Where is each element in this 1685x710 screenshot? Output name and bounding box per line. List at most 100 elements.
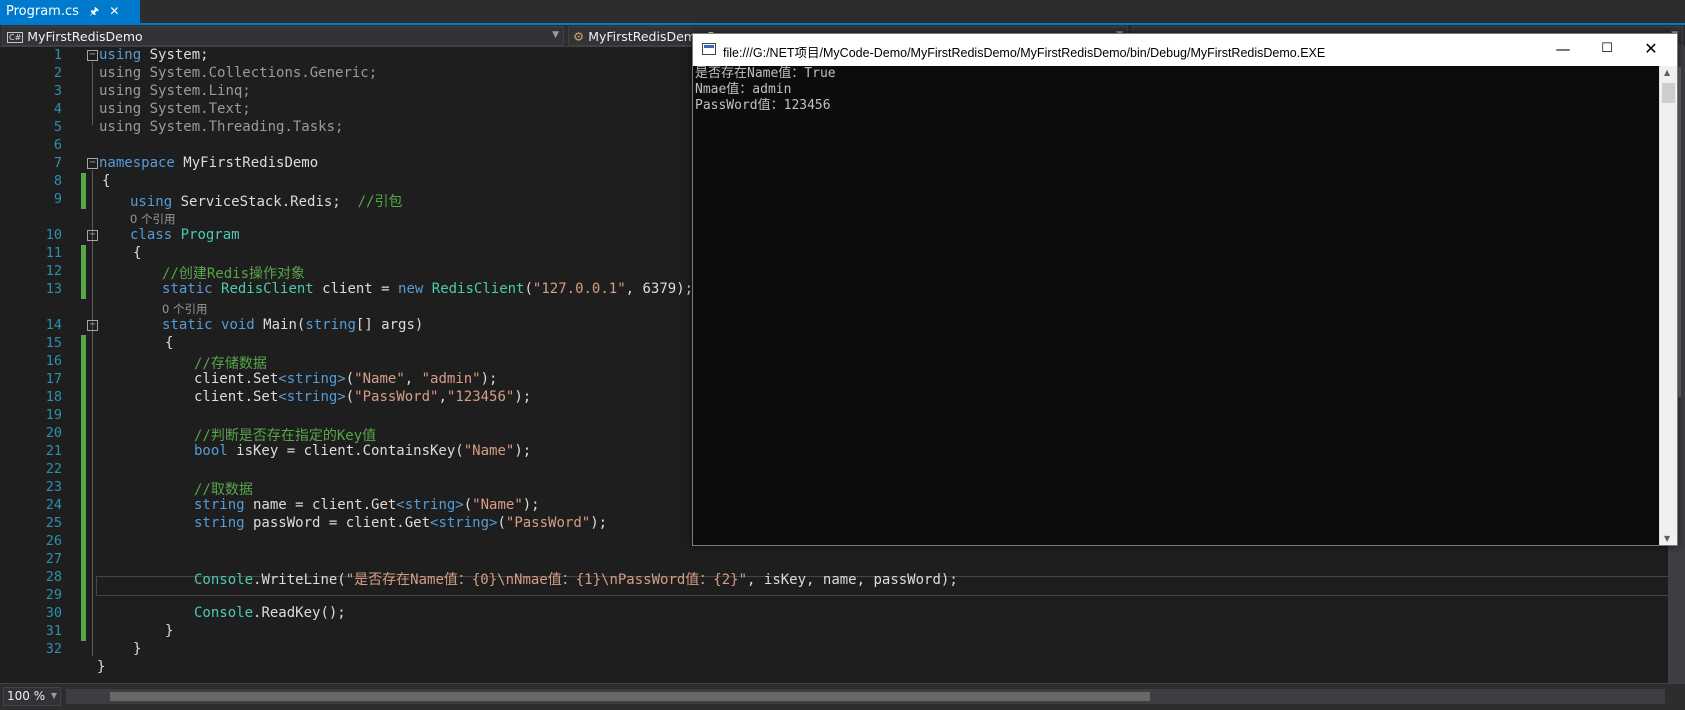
line-number: 16 bbox=[45, 353, 62, 369]
line-number: 10 bbox=[45, 227, 62, 243]
punctuation: ( bbox=[345, 389, 355, 405]
code-line-2: using System.Collections.Generic; bbox=[99, 65, 377, 81]
fold-guide bbox=[92, 62, 93, 125]
punctuation: } bbox=[133, 641, 142, 657]
type-name: Console bbox=[194, 605, 254, 621]
string-literal: "127.0.0.1" bbox=[532, 281, 626, 297]
line-number: 5 bbox=[53, 119, 62, 135]
scroll-down-icon[interactable]: ▼ bbox=[1664, 534, 1670, 543]
comment: //判断是否存在指定的Key值 bbox=[194, 428, 377, 444]
string-literal: "PassWord" bbox=[354, 389, 439, 405]
identifier: ServiceStack.Redis; bbox=[180, 194, 341, 210]
change-indicator bbox=[81, 173, 86, 209]
punctuation: , bbox=[404, 371, 422, 387]
document-tab-strip: Program.cs 🖈 ✕ bbox=[0, 0, 1685, 25]
line-number: 2 bbox=[53, 65, 62, 81]
reference-hint[interactable]: 0 个引用 bbox=[130, 211, 175, 227]
console-title-bar[interactable]: file:///G:/NET项目/MyCode-Demo/MyFirstRedi… bbox=[693, 34, 1677, 66]
punctuation: } bbox=[165, 623, 174, 639]
chevron-down-icon: ▼ bbox=[552, 30, 559, 40]
keyword: using bbox=[99, 65, 142, 81]
keyword: using bbox=[99, 119, 142, 135]
keyword: string bbox=[194, 515, 245, 531]
keyword: using bbox=[99, 83, 142, 99]
code-line-7: namespace MyFirstRedisDemo bbox=[99, 155, 318, 171]
keyword: string bbox=[305, 317, 356, 333]
line-number: 26 bbox=[45, 533, 62, 549]
type-name: Program bbox=[180, 227, 240, 243]
keyword: using bbox=[99, 47, 142, 63]
code-line-17: client.Set<string>("Name", "admin"); bbox=[194, 371, 497, 387]
collapse-icon[interactable]: − bbox=[87, 50, 98, 61]
comment: //存储数据 bbox=[194, 356, 267, 372]
line-number: 4 bbox=[53, 101, 62, 117]
line-number: 7 bbox=[53, 155, 62, 171]
line-number: 6 bbox=[53, 137, 62, 153]
line-number: 22 bbox=[45, 461, 62, 477]
line-number: 21 bbox=[45, 443, 62, 459]
keyword: static bbox=[162, 317, 213, 333]
code-line-29: Console.ReadKey(); bbox=[194, 605, 346, 621]
line-number: 32 bbox=[45, 641, 62, 657]
keyword: static bbox=[162, 281, 213, 297]
string-literal: "Name" bbox=[354, 371, 405, 387]
identifier: client.Set bbox=[194, 371, 279, 387]
scroll-thumb[interactable] bbox=[110, 692, 1150, 701]
keyword: using bbox=[130, 194, 173, 210]
string-literal: "PassWord" bbox=[505, 515, 591, 531]
line-number: 24 bbox=[45, 497, 62, 513]
scroll-up-icon[interactable]: ▲ bbox=[1664, 68, 1670, 77]
pin-icon[interactable]: 🖈 bbox=[89, 5, 99, 18]
collapse-icon[interactable]: − bbox=[87, 320, 98, 331]
change-indicator bbox=[81, 335, 86, 641]
code-line-13: static RedisClient client = new RedisCli… bbox=[162, 281, 693, 297]
generic-type: <string> bbox=[278, 389, 346, 405]
console-output[interactable]: 是否存在Name值：True Nmae值：admin PassWord值：123… bbox=[693, 66, 1659, 545]
line-number: 8 bbox=[53, 173, 62, 189]
identifier: passWord = client.Get bbox=[244, 515, 431, 531]
punctuation: , bbox=[438, 389, 447, 405]
scroll-thumb[interactable] bbox=[1662, 83, 1675, 103]
console-vertical-scrollbar[interactable]: ▲ ▼ bbox=[1659, 66, 1677, 545]
tab-program-cs[interactable]: Program.cs 🖈 ✕ bbox=[0, 0, 140, 23]
identifier: [] args) bbox=[355, 317, 424, 333]
console-title: file:///G:/NET项目/MyCode-Demo/MyFirstRedi… bbox=[723, 46, 1326, 60]
minimize-button[interactable]: — bbox=[1541, 34, 1585, 66]
project-dropdown[interactable]: C# MyFirstRedisDemo ▼ bbox=[2, 26, 564, 46]
collapse-icon[interactable]: − bbox=[87, 230, 98, 241]
line-number: 30 bbox=[45, 605, 62, 621]
punctuation: ); bbox=[514, 389, 532, 405]
line-number: 14 bbox=[45, 317, 62, 333]
maximize-button[interactable]: ☐ bbox=[1585, 34, 1629, 66]
zoom-dropdown[interactable]: 100 % ▼ bbox=[3, 687, 61, 706]
editor-horizontal-scrollbar[interactable] bbox=[66, 689, 1665, 704]
keyword: class bbox=[130, 227, 173, 243]
code-line-27: Console.WriteLine("是否存在Name值：{0}\nNmae值：… bbox=[194, 569, 958, 589]
identifier: Main( bbox=[254, 317, 306, 333]
type-name: RedisClient bbox=[221, 281, 314, 297]
zoom-level: 100 % bbox=[7, 689, 46, 703]
identifier: name = client.Get bbox=[244, 497, 397, 513]
line-number: 9 bbox=[53, 191, 62, 207]
punctuation: ); bbox=[590, 515, 608, 531]
identifier: , isKey, name, passWord); bbox=[747, 572, 958, 588]
reference-hint[interactable]: 0 个引用 bbox=[162, 301, 207, 317]
identifier: System.Linq; bbox=[149, 83, 251, 99]
code-line-5: using System.Threading.Tasks; bbox=[99, 119, 343, 135]
code-line-1: using System; bbox=[99, 47, 209, 63]
line-number: 23 bbox=[45, 479, 62, 495]
fold-guide bbox=[92, 170, 93, 656]
collapse-icon[interactable]: − bbox=[87, 158, 98, 169]
string-literal: "123456" bbox=[446, 389, 515, 405]
console-app-icon[interactable] bbox=[702, 43, 716, 55]
close-icon[interactable]: ✕ bbox=[109, 4, 119, 18]
console-window[interactable]: file:///G:/NET项目/MyCode-Demo/MyFirstRedi… bbox=[692, 33, 1678, 546]
line-number: 3 bbox=[53, 83, 62, 99]
string-literal: "是否存在Name值：{0}\nNmae值：{1}\nPassWord值：{2}… bbox=[345, 572, 748, 588]
close-button[interactable]: ✕ bbox=[1629, 34, 1673, 66]
code-line-9: using ServiceStack.Redis; //引包 bbox=[130, 191, 402, 211]
punctuation: { bbox=[165, 335, 174, 351]
code-line-11: { bbox=[133, 245, 141, 261]
punctuation: { bbox=[133, 245, 142, 261]
punctuation: { bbox=[102, 173, 111, 189]
